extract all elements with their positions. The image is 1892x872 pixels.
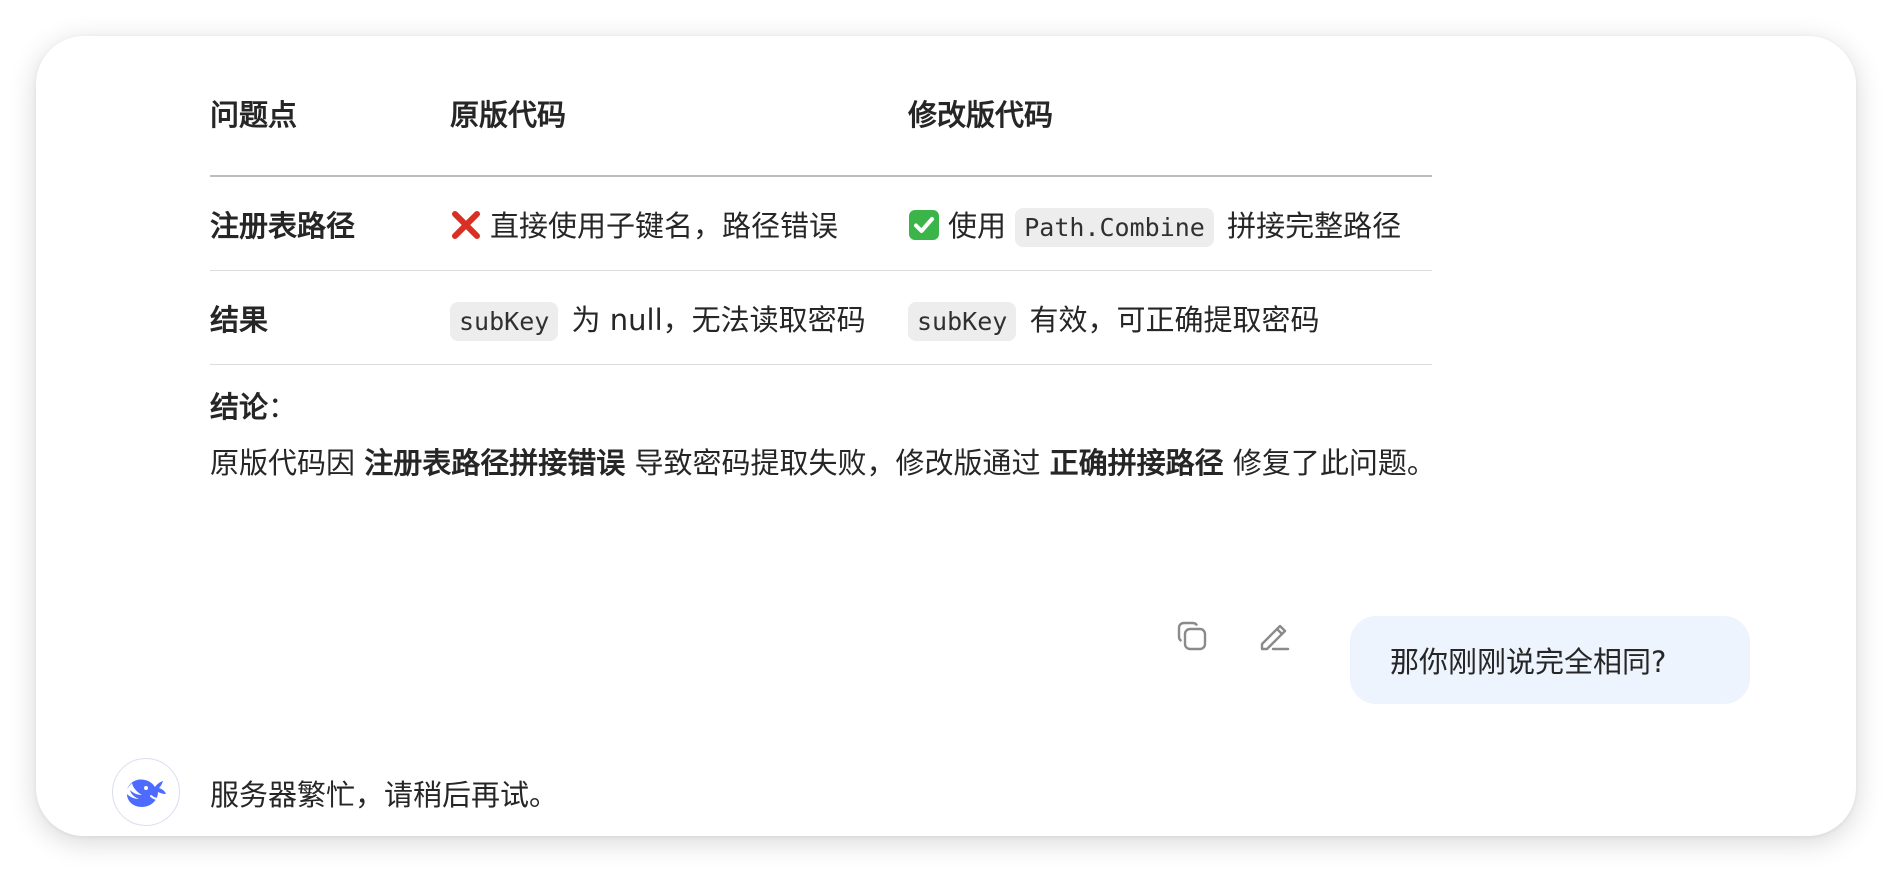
cross-mark-icon	[452, 210, 480, 239]
assistant-message-text: 服务器繁忙，请稍后再试。	[210, 778, 559, 812]
assistant-avatar	[112, 758, 180, 826]
table-header-row: 问题点 原版代码 修改版代码	[210, 36, 1432, 177]
edit-icon	[1260, 624, 1290, 651]
cell-text-suffix: 拼接完整路径	[1227, 208, 1402, 243]
deepseek-whale-icon	[127, 779, 166, 807]
conclusion-bold-1: 注册表路径拼接错误	[364, 446, 626, 480]
cell-original: subKey 为 null，无法读取密码	[450, 270, 908, 365]
table-row: 注册表路径 直接使用子键名，路径错误 使用 Path.Combine 拼接完整路…	[210, 176, 1432, 271]
copy-icon	[1177, 621, 1207, 651]
header-original-code: 原版代码	[450, 36, 908, 177]
conclusion-paragraph: 原版代码因 注册表路径拼接错误 导致密码提取失败，修改版通过 正确拼接路径 修复…	[210, 440, 1436, 482]
conclusion-text-1: 原版代码因	[210, 446, 365, 480]
row-label: 结果	[210, 270, 450, 365]
header-modified-code: 修改版代码	[908, 36, 1432, 177]
conclusion-label: 结论	[210, 390, 269, 424]
message-actions	[1170, 614, 1296, 658]
table-row: 结果 subKey 为 null，无法读取密码 subKey 有效，可正确提取密…	[210, 270, 1432, 365]
conclusion-colon: ：	[268, 390, 298, 424]
cell-text: 直接使用子键名，路径错误	[490, 208, 839, 243]
chat-panel: 问题点 原版代码 修改版代码 注册表路径 直接使用子键名，路径错误 使用 Pat…	[36, 36, 1856, 836]
conclusion-bold-2: 正确拼接路径	[1049, 446, 1224, 480]
inline-code: subKey	[908, 301, 1017, 341]
user-message-text: 那你刚刚说完全相同?	[1390, 645, 1667, 679]
conclusion-text-2: 导致密码提取失败，修改版通过	[625, 446, 1050, 480]
conclusion-text-3: 修复了此问题。	[1223, 446, 1436, 480]
user-message-bubble: 那你刚刚说完全相同?	[1350, 616, 1750, 704]
inline-code: Path.Combine	[1015, 207, 1214, 247]
comparison-table: 问题点 原版代码 修改版代码 注册表路径 直接使用子键名，路径错误 使用 Pat…	[210, 36, 1432, 365]
cell-text-prefix: 使用	[948, 208, 1007, 243]
cell-original: 直接使用子键名，路径错误	[450, 176, 908, 271]
cell-modified: subKey 有效，可正确提取密码	[908, 270, 1432, 365]
conclusion-heading: 结论：	[210, 384, 297, 426]
check-mark-icon	[909, 209, 939, 240]
cell-text-suffix: 有效，可正确提取密码	[1029, 302, 1320, 337]
row-label: 注册表路径	[210, 176, 450, 271]
edit-button[interactable]	[1252, 614, 1296, 658]
cell-text-suffix: 为 null，无法读取密码	[571, 302, 866, 337]
inline-code: subKey	[450, 301, 559, 341]
copy-button[interactable]	[1170, 614, 1214, 658]
cell-modified: 使用 Path.Combine 拼接完整路径	[908, 176, 1432, 271]
header-issue: 问题点	[210, 36, 450, 177]
